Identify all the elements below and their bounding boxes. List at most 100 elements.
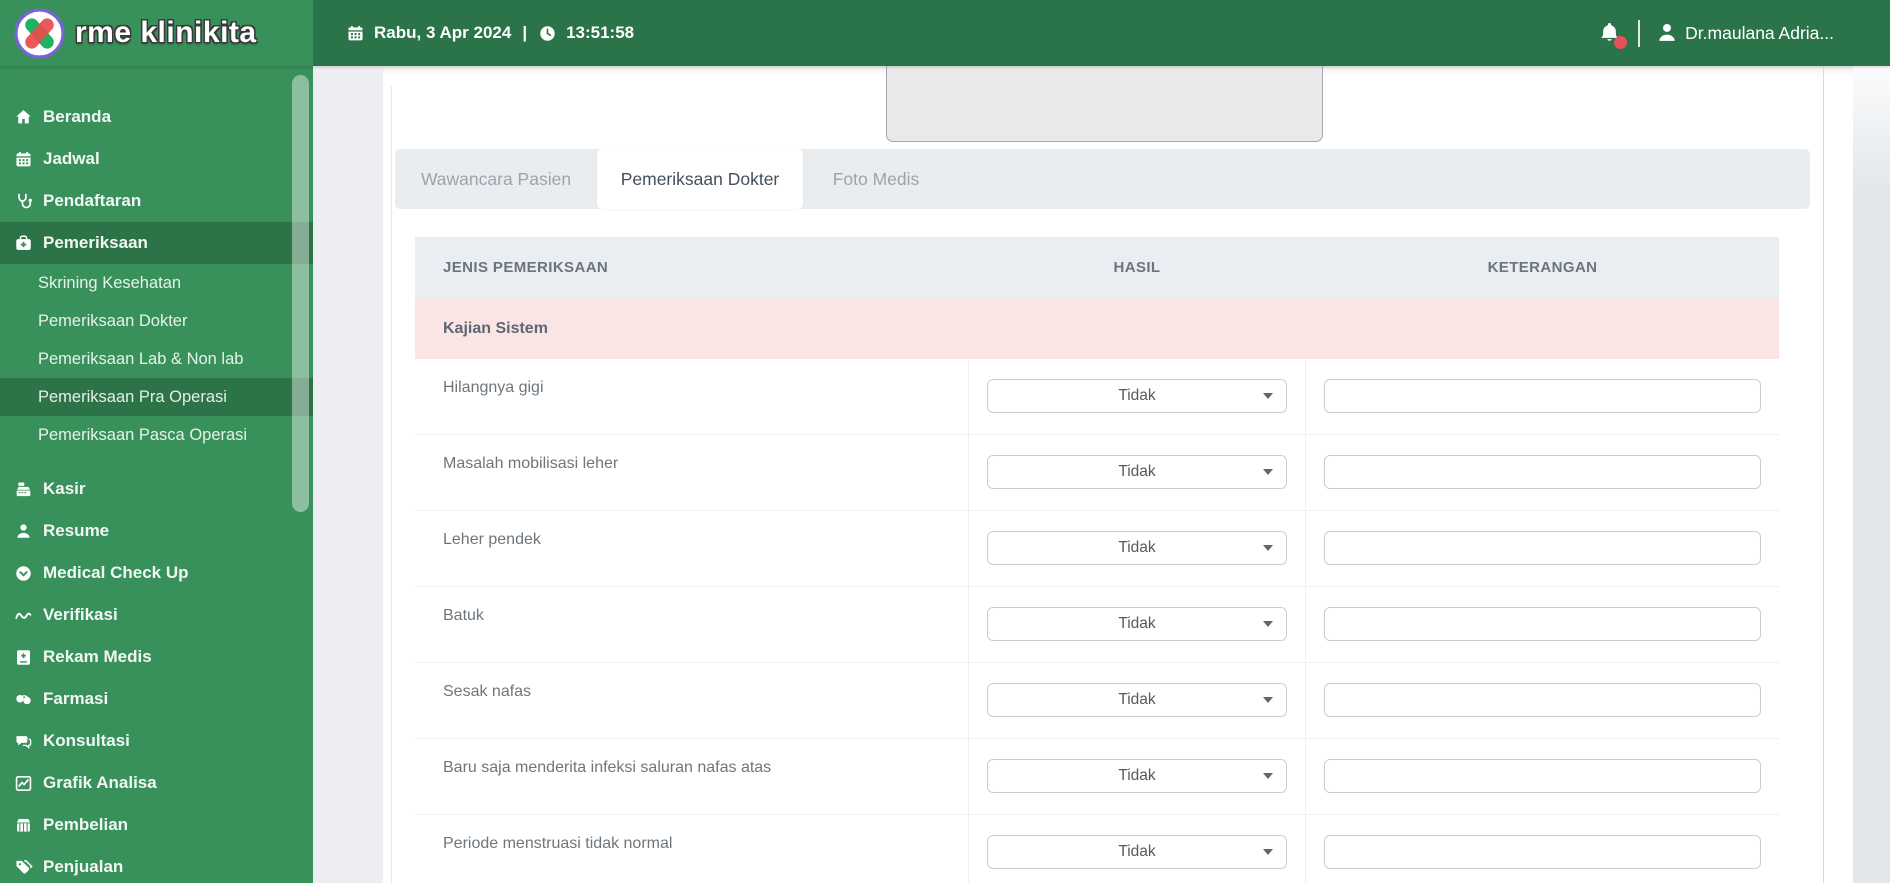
sidebar-item-jadwal[interactable]: Jadwal (0, 138, 313, 180)
sidebar-item-label: Grafik Analisa (43, 773, 157, 792)
sidebar-item-farmasi[interactable]: Farmasi (0, 678, 313, 720)
sidebar-item-medical-check-up[interactable]: Medical Check Up (0, 552, 313, 594)
table-row: Hilangnya gigi Tidak (415, 359, 1779, 435)
notes-textarea[interactable] (886, 58, 1323, 142)
tab-wawancara-pasien[interactable]: Wawancara Pasien (395, 149, 597, 209)
column-header-hasil: HASIL (1113, 259, 1161, 276)
main-content: Wawancara Pasien Pemeriksaan Dokter Foto M… (313, 58, 1890, 883)
hasil-select[interactable]: Tidak (987, 607, 1287, 641)
tab-foto-medis[interactable]: Foto Medis (803, 149, 949, 209)
exam-item-label: Baru saja menderita infeksi saluran nafa… (443, 759, 772, 776)
brand[interactable]: rme klinikita (0, 0, 313, 66)
hasil-select[interactable]: Tidak (987, 835, 1287, 869)
sidebar-item-pemeriksaan[interactable]: Pemeriksaan (0, 222, 313, 264)
pills-icon (12, 690, 35, 709)
table-header-row: JENIS PEMERIKSAAN HASIL KETERANGAN (415, 237, 1779, 298)
sidebar-item-label: Beranda (43, 107, 112, 126)
brand-logo-icon (13, 7, 66, 60)
user-name: Dr.maulana Adria... (1685, 22, 1834, 43)
sidebar-subitem-skrining-kesehatan[interactable]: Skrining Kesehatan (0, 264, 313, 302)
shop-icon (12, 816, 35, 835)
table-row: Leher pendek Tidak (415, 511, 1779, 587)
sidebar-item-pembelian[interactable]: Pembelian (0, 804, 313, 846)
sidebar-item-label: Resume (43, 521, 110, 540)
column-header-keterangan: KETERANGAN (1487, 259, 1598, 276)
sidebar-item-label: Penjualan (43, 857, 124, 876)
user-menu[interactable]: Dr.maulana Adria... (1655, 21, 1834, 45)
user-avatar-icon (1655, 21, 1679, 45)
notification-badge (1614, 35, 1628, 49)
stethoscope-icon (12, 192, 35, 211)
card-left-divider (391, 86, 392, 883)
sidebar-item-label: Medical Check Up (43, 563, 189, 582)
hasil-select[interactable]: Tidak (987, 531, 1287, 565)
exam-item-label: Hilangnya gigi (443, 379, 544, 396)
table-row: Sesak nafas Tidak (415, 663, 1779, 739)
keterangan-input[interactable] (1324, 455, 1761, 489)
keterangan-input[interactable] (1324, 379, 1761, 413)
sidebar-item-penjualan[interactable]: Penjualan (0, 846, 313, 883)
chevron-down-icon (1263, 773, 1273, 779)
datetime-display: Rabu, 3 Apr 2024 | 13:51:58 (346, 23, 634, 43)
column-header-jenis-pemeriksaan: JENIS PEMERIKSAAN (443, 259, 609, 276)
chevron-down-icon (1263, 545, 1273, 551)
sidebar-subitem-pemeriksaan-pasca-operasi[interactable]: Pemeriksaan Pasca Operasi (0, 416, 313, 454)
sidebar-item-label: Kasir (43, 479, 86, 498)
keterangan-input[interactable] (1324, 835, 1761, 869)
home-icon (12, 108, 35, 127)
topbar-divider (1638, 19, 1641, 47)
chevron-down-icon (1263, 621, 1273, 627)
sidebar-item-rekam-medis[interactable]: Rekam Medis (0, 636, 313, 678)
hasil-select-value: Tidak (1118, 539, 1156, 556)
time-text: 13:51:58 (566, 23, 635, 42)
sidebar: Beranda Jadwal Pendaftaran Pemeriksaan Skrin… (0, 66, 313, 883)
medical-bag-icon (12, 234, 35, 253)
keterangan-input[interactable] (1324, 531, 1761, 565)
table-row: Masalah mobilisasi leher Tidak (415, 435, 1779, 511)
sidebar-item-verifikasi[interactable]: Verifikasi (0, 594, 313, 636)
table-section-row: Kajian Sistem (415, 298, 1779, 359)
sidebar-item-pendaftaran[interactable]: Pendaftaran (0, 180, 313, 222)
sidebar-item-resume[interactable]: Resume (0, 510, 313, 552)
hasil-select-value: Tidak (1118, 387, 1156, 404)
card-right-divider (1823, 66, 1824, 883)
sidebar-item-label: Verifikasi (43, 605, 118, 624)
circle-chevron-icon (12, 564, 35, 583)
tab-pemeriksaan-dokter[interactable]: Pemeriksaan Dokter (597, 149, 803, 209)
keterangan-input[interactable] (1324, 607, 1761, 641)
page-scrollbar[interactable] (1853, 66, 1890, 883)
exam-item-label: Masalah mobilisasi leher (443, 455, 619, 472)
content-card: Wawancara Pasien Pemeriksaan Dokter Foto M… (383, 58, 1853, 883)
hasil-select[interactable]: Tidak (987, 759, 1287, 793)
sidebar-item-label: Rekam Medis (43, 647, 152, 666)
wave-icon (12, 606, 35, 625)
cash-register-icon (12, 480, 35, 499)
exam-table: JENIS PEMERIKSAAN HASIL KETERANGAN Kajian … (415, 237, 1779, 883)
brand-name: rme klinikita (75, 16, 257, 49)
notifications-bell-icon[interactable] (1596, 20, 1628, 49)
sidebar-subitem-pemeriksaan-dokter[interactable]: Pemeriksaan Dokter (0, 302, 313, 340)
hasil-select[interactable]: Tidak (987, 379, 1287, 413)
sidebar-subitem-pemeriksaan-pra-operasi[interactable]: Pemeriksaan Pra Operasi (0, 378, 313, 416)
table-row: Baru saja menderita infeksi saluran nafa… (415, 739, 1779, 815)
calendar-icon (12, 150, 35, 169)
sidebar-item-kasir[interactable]: Kasir (0, 468, 313, 510)
sidebar-item-konsultasi[interactable]: Konsultasi (0, 720, 313, 762)
sidebar-subitem-pemeriksaan-lab-non-lab[interactable]: Pemeriksaan Lab & Non lab (0, 340, 313, 378)
hasil-select-value: Tidak (1118, 843, 1156, 860)
keterangan-input[interactable] (1324, 759, 1761, 793)
sidebar-item-label: Pemeriksaan (43, 233, 148, 252)
keterangan-input[interactable] (1324, 683, 1761, 717)
sidebar-item-beranda[interactable]: Beranda (0, 96, 313, 138)
clock-icon (538, 24, 557, 43)
sidebar-item-label: Jadwal (43, 149, 100, 168)
sidebar-item-label: Pembelian (43, 815, 129, 834)
exam-item-label: Periode menstruasi tidak normal (443, 835, 673, 852)
hasil-select-value: Tidak (1118, 615, 1156, 632)
table-row: Batuk Tidak (415, 587, 1779, 663)
hasil-select[interactable]: Tidak (987, 455, 1287, 489)
chevron-down-icon (1263, 849, 1273, 855)
sidebar-item-grafik-analisa[interactable]: Grafik Analisa (0, 762, 313, 804)
sidebar-scrollbar[interactable] (292, 75, 309, 512)
hasil-select[interactable]: Tidak (987, 683, 1287, 717)
